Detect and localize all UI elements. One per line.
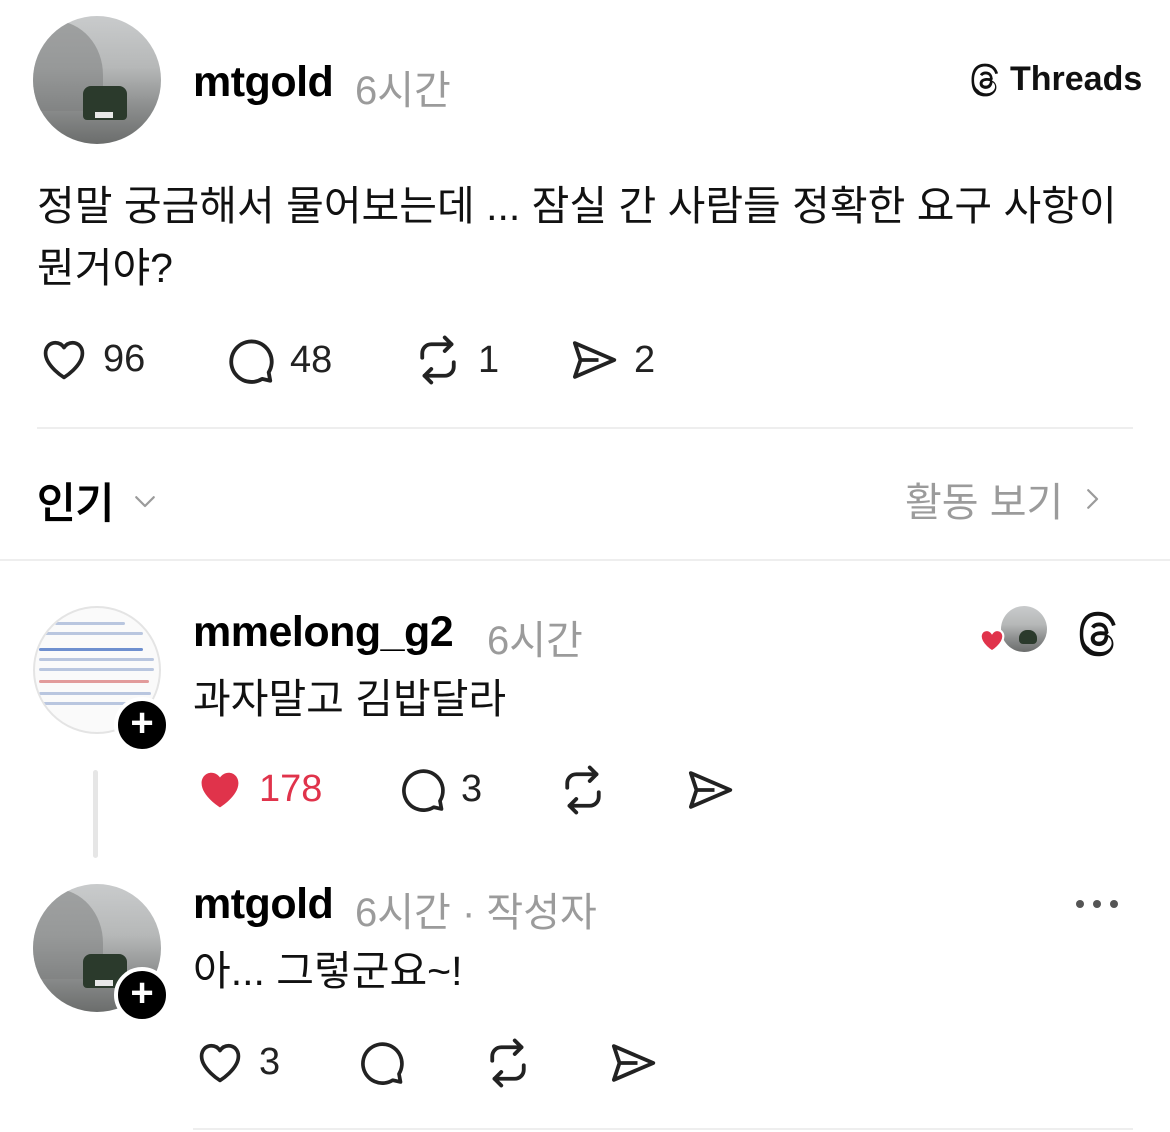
heart-filled-icon xyxy=(979,628,1005,653)
avatar-doc-line xyxy=(43,632,143,635)
avatar-doc-line xyxy=(39,668,154,671)
follow-plus-button[interactable]: + xyxy=(114,697,170,753)
reply-comment-count: 3 xyxy=(461,767,483,810)
share-button[interactable]: 2 xyxy=(566,333,655,387)
threads-app-link[interactable]: Threads xyxy=(968,60,1142,99)
section-divider xyxy=(0,559,1170,561)
send-icon xyxy=(688,771,733,809)
avatar-car xyxy=(1019,630,1037,644)
post-time: 6시간 xyxy=(355,69,451,113)
avatar-doc-line xyxy=(39,692,151,695)
author-reply-repost-button[interactable] xyxy=(480,1036,536,1090)
reply-button[interactable]: 48 xyxy=(222,333,332,387)
repost-button[interactable]: 1 xyxy=(410,333,499,387)
heart-icon xyxy=(43,340,85,380)
liked-by-author-indicator xyxy=(975,606,1047,656)
reply-share-button[interactable] xyxy=(682,763,738,817)
reply-thread-line xyxy=(93,770,98,858)
repost-icon xyxy=(490,1038,526,1088)
repost-icon xyxy=(420,335,456,385)
divider xyxy=(37,427,1133,429)
avatar-doc-line xyxy=(39,680,149,683)
author-reply-username[interactable]: mtgold xyxy=(193,880,334,929)
author-reply-like-count: 3 xyxy=(259,1040,281,1083)
author-reply-time: 6시간 xyxy=(355,891,451,935)
author-reply-comment-button[interactable] xyxy=(354,1036,408,1088)
sort-label: 인기 xyxy=(37,480,115,527)
chevron-down-icon xyxy=(135,495,156,507)
threads-logo-icon xyxy=(971,63,999,96)
reply-like-count: 178 xyxy=(259,767,323,810)
author-avatar[interactable] xyxy=(33,16,161,144)
follow-plus-button[interactable]: + xyxy=(114,967,170,1023)
post-body-text: 정말 궁금해서 물어보는데 ... 잠실 간 사람들 정확한 요구 사항이 뭔거… xyxy=(37,183,1117,291)
bottom-divider xyxy=(193,1128,1133,1130)
reply-time: 6시간 xyxy=(487,619,583,663)
avatar-doc-line xyxy=(39,648,143,651)
send-icon xyxy=(572,341,617,379)
avatar-car-plate xyxy=(95,112,113,118)
more-options-icon[interactable] xyxy=(1072,894,1122,914)
post-username[interactable]: mtgold xyxy=(193,58,334,107)
avatar-car-plate xyxy=(95,980,113,986)
repost-icon xyxy=(565,765,601,815)
threads-logo-icon[interactable] xyxy=(1075,610,1121,658)
threads-label: Threads xyxy=(1010,60,1143,98)
heart-filled-icon xyxy=(201,772,239,808)
chevron-right-icon xyxy=(1087,489,1099,509)
reply-like-button[interactable]: 178 xyxy=(193,763,322,815)
reply-username[interactable]: mmelong_g2 xyxy=(193,608,454,657)
avatar-doc-line xyxy=(39,658,154,661)
view-activity-label: 활동 보기 xyxy=(905,481,1064,525)
comment-icon xyxy=(229,339,274,384)
view-activity-link[interactable]: 활동 보기 xyxy=(905,470,1107,528)
author-reply-share-button[interactable] xyxy=(605,1036,661,1090)
author-reply-like-button[interactable]: 3 xyxy=(193,1036,280,1088)
reply-comment-button[interactable]: 3 xyxy=(395,763,482,815)
share-count: 2 xyxy=(634,338,656,381)
like-count: 96 xyxy=(103,337,146,380)
repost-count: 1 xyxy=(478,338,500,381)
heart-icon xyxy=(199,1043,241,1083)
reply-repost-button[interactable] xyxy=(555,763,611,817)
author-reply-text: 아... 그렇군요~! xyxy=(193,948,463,994)
comment-icon xyxy=(361,1042,404,1085)
send-icon xyxy=(611,1044,656,1082)
avatar-doc-line xyxy=(55,622,125,625)
author-tag: · 작성자 xyxy=(462,891,597,935)
reply-text: 과자말고 김밥달라 xyxy=(193,676,507,722)
reply-count: 48 xyxy=(290,338,333,381)
sort-dropdown[interactable]: 인기 xyxy=(37,470,162,531)
comment-icon xyxy=(402,769,445,812)
like-button[interactable]: 96 xyxy=(37,333,145,385)
